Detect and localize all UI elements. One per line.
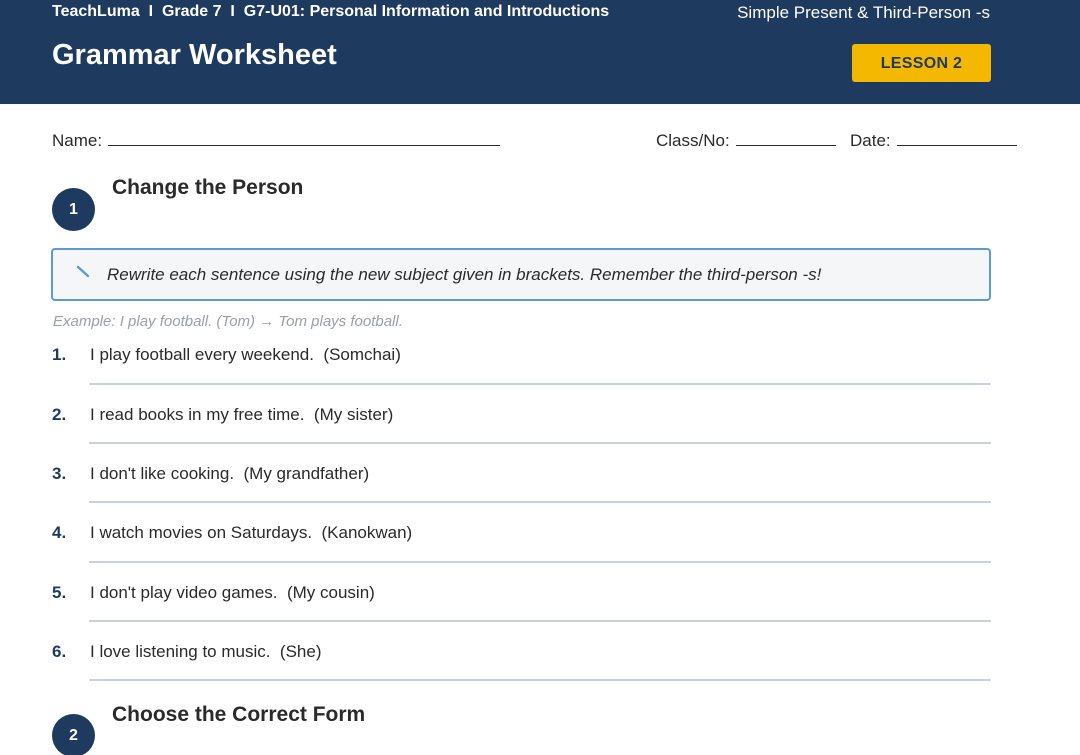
question-text: I watch movies on Saturdays. (Kanokwan) [90,523,413,542]
example-text: Example: I play football. (Tom) → Tom pl… [53,313,403,330]
breadcrumb: TeachLuma I Grade 7 I G7-U01: Personal I… [52,3,610,20]
answer-line[interactable] [89,620,991,622]
page-title: Grammar Worksheet [52,39,337,71]
question-row: 5. I don't play video games. (My cousin) [0,583,1080,643]
section-title: Change the Person [112,176,304,199]
question-row: 6. I love listening to music. (She) [0,642,1080,702]
question-text: I don't like cooking. (My grandfather) [90,464,370,483]
lesson-badge: LESSON 2 [852,44,991,82]
question-row: 4. I watch movies on Saturdays. (Kanokwa… [0,523,1080,583]
question-number: 2. [52,405,67,424]
name-label: Name: [52,131,103,150]
question-number: 1. [52,345,67,364]
answer-line[interactable] [89,501,991,503]
worksheet-header: TeachLuma I Grade 7 I G7-U01: Personal I… [0,0,1080,104]
section-number-badge: 1 [52,188,95,231]
instructions-text: Rewrite each sentence using the new subj… [107,265,822,284]
question-text: I don't play video games. (My cousin) [90,583,375,602]
answer-line[interactable] [89,442,991,444]
student-info-fields: Name: Class/No: Date: [52,131,1019,153]
question-row: 2. I read books in my free time. (My sis… [0,405,1080,465]
class-blank[interactable] [735,132,836,146]
answer-line[interactable] [89,679,991,681]
class-field[interactable]: Class/No: [656,131,836,151]
question-row: 3. I don't like cooking. (My grandfather… [0,464,1080,524]
section-title: Choose the Correct Form [112,703,366,726]
date-field[interactable]: Date: [850,131,1017,151]
question-number: 6. [52,642,67,661]
question-number: 5. [52,583,67,602]
topic-label: Simple Present & Third-Person -s [737,3,990,22]
class-label: Class/No: [656,131,730,150]
date-blank[interactable] [896,132,1017,146]
instructions-box: Rewrite each sentence using the new subj… [51,248,991,301]
question-text: I love listening to music. (She) [90,642,322,661]
answer-line[interactable] [89,383,991,385]
question-text: I play football every weekend. (Somchai) [90,345,401,364]
name-blank[interactable] [108,132,501,146]
date-label: Date: [850,131,891,150]
answer-line[interactable] [89,561,991,563]
question-number: 3. [52,464,67,483]
question-text: I read books in my free time. (My sister… [90,405,394,424]
name-field[interactable]: Name: [52,131,501,151]
pencil-icon [76,265,90,278]
question-number: 4. [52,523,67,542]
section-number-badge: 2 [52,714,95,755]
question-row: 1. I play football every weekend. (Somch… [0,345,1080,405]
